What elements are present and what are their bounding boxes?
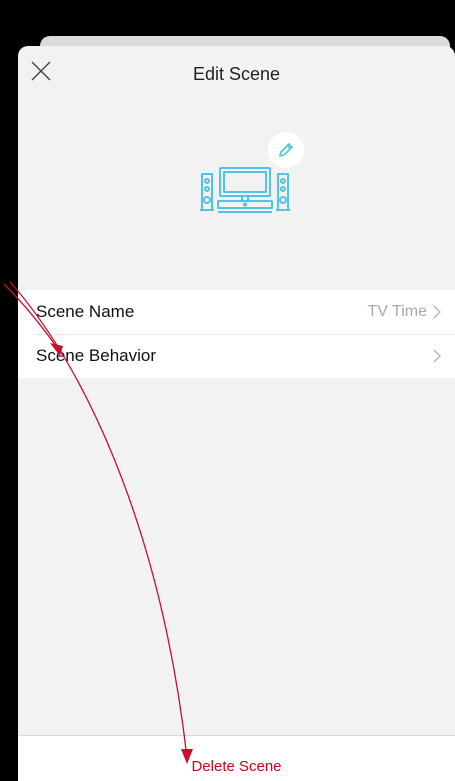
header: Edit Scene (18, 46, 455, 102)
edit-icon-button[interactable] (268, 132, 304, 168)
scene-name-label: Scene Name (36, 302, 135, 321)
chevron-right-icon (431, 304, 443, 320)
chevron-right-icon (431, 348, 443, 364)
scene-icon-area (190, 132, 310, 227)
scene-name-row[interactable]: Scene Name TV Time (18, 290, 455, 334)
scene-name-value: TV Time (367, 303, 427, 320)
delete-scene-button[interactable]: Delete Scene (191, 758, 281, 775)
edit-scene-sheet: Edit Scene Scene Name TV Time Scene Beha… (18, 46, 455, 781)
settings-list: Scene Name TV Time Scene Behavior (18, 290, 455, 378)
pencil-icon (279, 143, 293, 157)
scene-behavior-row[interactable]: Scene Behavior (18, 334, 455, 378)
footer-bar: Delete Scene (18, 735, 455, 781)
page-title: Edit Scene (192, 64, 281, 84)
scene-behavior-label: Scene Behavior (36, 346, 157, 365)
